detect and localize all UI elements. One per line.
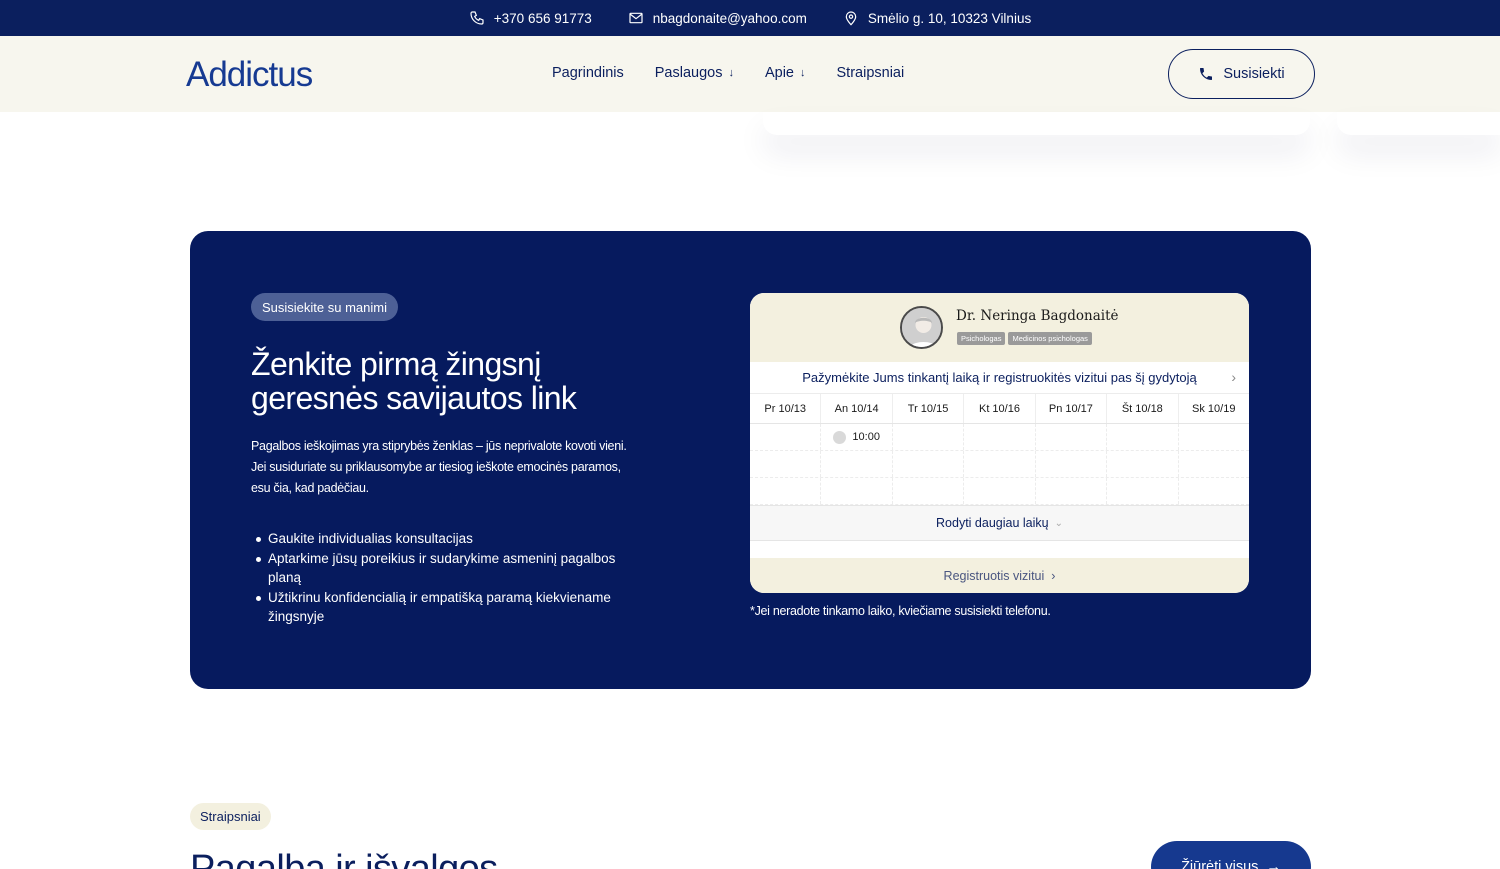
- cta-title: Ženkite pirmą žingsnį geresnės savijauto…: [251, 346, 577, 416]
- day-header: Sk 10/19: [1192, 402, 1236, 415]
- nav-label: Straipsniai: [836, 65, 905, 81]
- show-more-times-button[interactable]: Rodyti daugiau laikų ⌄: [750, 505, 1249, 541]
- articles-pill: Straipsniai: [190, 803, 271, 830]
- contact-button-label: Susisiekti: [1223, 66, 1285, 82]
- cta-bullet-list: Gaukite individualias konsultacijas Apta…: [251, 529, 651, 627]
- nav-item-pagrindinis[interactable]: Pagrindinis: [552, 65, 624, 81]
- time-slot[interactable]: 10:00: [821, 424, 893, 450]
- register-label: Registruotis vizitui: [943, 568, 1045, 583]
- doctor-tags: Psichologas Medicinos psichologas: [957, 332, 1092, 345]
- day-header: An 10/14: [821, 394, 893, 423]
- slot-cell: [964, 424, 1036, 450]
- previous-card-bottom: [763, 112, 1310, 135]
- show-more-label: Rodyti daugiau laikų: [936, 516, 1049, 530]
- address-info[interactable]: Smėlio g. 10, 10323 Vilnius: [843, 10, 1031, 26]
- main-nav: Pagrindinis Paslaugos ↓ Apie ↓ Straipsniai: [552, 65, 904, 81]
- list-item: Užtikrinu konfidencialią ir empatišką pa…: [251, 588, 651, 627]
- list-item: Aptarkime jūsų poreikius ir sudarykime a…: [251, 549, 651, 588]
- phone-info[interactable]: +370 656 91773: [469, 10, 592, 26]
- header-navbar: Addictus Pagrindinis Paslaugos ↓ Apie ↓ St…: [0, 36, 1500, 112]
- cta-description: Pagalbos ieškojimas yra stiprybės ženkla…: [251, 439, 627, 495]
- nav-item-straipsniai[interactable]: Straipsniai: [837, 65, 905, 81]
- slot-cell: [1179, 451, 1249, 477]
- site-logo[interactable]: Addictus: [186, 55, 313, 95]
- day-header: Tr 10/15: [893, 394, 965, 423]
- mail-icon: [629, 12, 643, 24]
- view-all-label: Žiūrėti visus: [1181, 859, 1259, 869]
- slot-cell: [1036, 478, 1108, 504]
- previous-card-bottom: [1337, 112, 1500, 135]
- location-pin-icon: [845, 11, 857, 26]
- nav-item-paslaugos[interactable]: Paslaugos ↓: [655, 65, 734, 81]
- slot-cell: [964, 451, 1036, 477]
- schedule-row: [750, 451, 1249, 478]
- top-info-bar: +370 656 91773 nbagdonaite@yahoo.com Smė…: [0, 0, 1500, 36]
- phone-text: +370 656 91773: [493, 10, 592, 26]
- slot-cell: [1107, 478, 1179, 504]
- email-text: nbagdonaite@yahoo.com: [652, 10, 807, 26]
- articles-title: Pagalba ir išvalgos: [190, 848, 498, 869]
- slot-cell: [1179, 424, 1249, 450]
- address-text: Smėlio g. 10, 10323 Vilnius: [867, 10, 1032, 26]
- slot-cell: [821, 478, 893, 504]
- time-slot-label: 10:00: [852, 431, 880, 443]
- doctor-avatar: [900, 306, 943, 349]
- schedule-days-header: Pr 10/13 An 10/14 Tr 10/15 Kt 10/16 Pn 1…: [750, 394, 1249, 424]
- slot-cell: [964, 478, 1036, 504]
- day-header: Pr 10/13: [750, 394, 822, 423]
- slot-cell: [1107, 451, 1179, 477]
- nav-item-apie[interactable]: Apie ↓: [765, 65, 806, 81]
- section-pill: Susisiekite su manimi: [251, 293, 398, 321]
- contact-cta-section: Susisiekite su manimi Ženkite pirmą žing…: [190, 231, 1311, 689]
- tag: Psichologas: [957, 332, 1006, 345]
- nav-label: Paslaugos: [654, 65, 723, 81]
- email-info[interactable]: nbagdonaite@yahoo.com: [628, 10, 807, 26]
- slot-cell: [1107, 424, 1179, 450]
- phone-icon: [470, 11, 484, 25]
- slot-cell: [893, 424, 965, 450]
- slot-cell: [750, 451, 822, 477]
- chevron-right-icon: ›: [1231, 369, 1236, 385]
- person-icon: [902, 308, 941, 347]
- chevron-right-icon: ›: [1051, 568, 1056, 583]
- widget-subtitle-link[interactable]: Pažymėkite Jums tinkantį laiką ir regist…: [750, 362, 1249, 394]
- day-header: Pn 10/17: [1036, 394, 1108, 423]
- tag: Medicinos psichologas: [1008, 332, 1092, 345]
- slot-cell: [1179, 478, 1249, 504]
- nav-label: Pagrindinis: [552, 65, 624, 81]
- schedule-row: [750, 478, 1249, 505]
- slot-cell: [750, 424, 822, 450]
- schedule-grid: Pr 10/13 An 10/14 Tr 10/15 Kt 10/16 Pn 1…: [750, 394, 1249, 505]
- slot-cell: [893, 451, 965, 477]
- day-header: Kt 10/16: [964, 394, 1036, 423]
- nav-label: Apie: [764, 65, 794, 81]
- radio-icon: [833, 430, 847, 444]
- chevron-down-icon: ⌄: [1054, 517, 1063, 529]
- register-visit-button[interactable]: Registruotis vizitui ›: [750, 558, 1249, 593]
- slot-cell: [750, 478, 822, 504]
- phone-icon: [1200, 68, 1213, 80]
- arrow-down-icon: ↓: [728, 67, 734, 79]
- contact-button[interactable]: Susisiekti: [1168, 49, 1315, 99]
- widget-subtitle: Pažymėkite Jums tinkantį laiką ir regist…: [802, 370, 1197, 385]
- booking-widget: Dr. Neringa Bagdonaitė Psichologas Medic…: [750, 293, 1249, 593]
- day-header: Št 10/18: [1107, 394, 1179, 423]
- arrow-down-icon: ↓: [800, 67, 806, 79]
- schedule-row: 10:00: [750, 424, 1249, 451]
- doctor-name: Dr. Neringa Bagdonaitė: [956, 308, 1119, 324]
- phone-note: *Jei neradote tinkamo laiko, kviečiame s…: [750, 604, 1051, 618]
- view-all-button[interactable]: Žiūrėti visus →: [1151, 841, 1311, 869]
- arrow-right-icon: →: [1266, 859, 1281, 869]
- list-item: Gaukite individualias konsultacijas: [251, 529, 651, 549]
- slot-cell: [1036, 424, 1108, 450]
- slot-cell: [1036, 451, 1108, 477]
- slot-cell: [893, 478, 965, 504]
- widget-header: Dr. Neringa Bagdonaitė Psichologas Medic…: [750, 293, 1249, 362]
- slot-cell: [821, 451, 893, 477]
